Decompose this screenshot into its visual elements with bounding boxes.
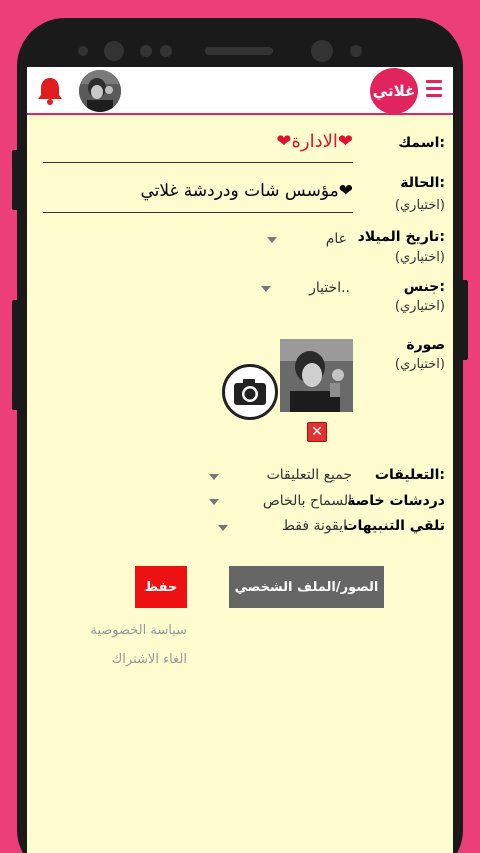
birthdate-select[interactable]: عام [287,231,347,247]
status-field[interactable]: مؤسس شات ودردشة غلاتي❤ [67,181,353,201]
privacy-policy-link[interactable]: سياسة الخصوصية [67,623,187,638]
gender-label: جنس: [403,279,445,295]
profile-photo[interactable] [280,339,353,412]
status-label: الحالة: [400,175,445,191]
status-underline [43,212,353,213]
bell-icon[interactable] [35,75,65,107]
comments-label: التعليقات: [374,467,445,483]
volume-button [12,150,18,210]
side-button [12,300,18,410]
notifications-select[interactable]: ايقونة فقط [242,518,347,534]
comments-select[interactable]: جميع التعليقات [232,467,352,483]
app-screen: غلاتي اسمك: ❤الادارة❤ الحالة: (اختياري) … [27,67,453,853]
app-logo[interactable]: غلاتي [370,68,418,114]
chevron-down-icon[interactable] [267,237,277,243]
app-bar: غلاتي [27,67,453,115]
user-avatar[interactable] [79,70,121,112]
name-field[interactable]: ❤الادارة❤ [147,131,353,152]
status-optional: (اختياري) [394,198,445,213]
save-button[interactable]: حفظ [135,566,187,608]
gender-optional: (اختياري) [394,299,445,314]
chevron-down-icon[interactable] [209,474,219,480]
photos-profile-button[interactable]: الصور/الملف الشخصي [229,566,384,608]
phone-notch [0,36,480,66]
photo-optional: (اختياري) [394,357,445,372]
delete-photo-icon[interactable]: ✕ [307,422,327,442]
birthdate-label: تاريخ الميلاد: [357,229,445,245]
notifications-label: تلقي التنبيهات [343,518,445,534]
unsubscribe-link[interactable]: الغاء الاشتراك [67,652,187,667]
name-label: اسمك: [398,135,445,151]
power-button [462,280,468,360]
chevron-down-icon[interactable] [261,286,271,292]
camera-icon [234,379,266,405]
private-chats-label: دردشات خاصة [347,493,445,509]
chevron-down-icon[interactable] [218,525,228,531]
gender-select[interactable]: اختيار.. [282,280,350,296]
name-underline [43,162,353,163]
photo-label: صورة [406,337,445,353]
chevron-down-icon[interactable] [209,499,219,505]
menu-icon[interactable] [426,80,442,102]
private-chats-select[interactable]: السماح بالخاص [232,493,352,509]
birthdate-optional: (اختياري) [394,250,445,265]
camera-button[interactable] [222,364,278,420]
